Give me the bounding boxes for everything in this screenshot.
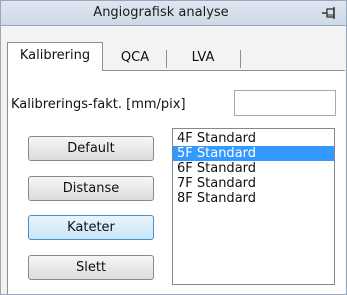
tab-content-kalibrering: Kalibrerings-fakt. [mm/pix] Default Dist… <box>7 70 345 294</box>
calibration-factor-label: Kalibrerings-fakt. [mm/pix] <box>11 97 186 112</box>
calibration-factor-input[interactable] <box>234 90 336 116</box>
distance-button[interactable]: Distanse <box>28 176 154 201</box>
delete-button[interactable]: Slett <box>28 255 154 280</box>
panel-title: Angiografisk analyse <box>93 5 229 20</box>
catheter-listbox[interactable]: 4F Standard 5F Standard 6F Standard 7F S… <box>172 128 335 285</box>
list-item[interactable]: 8F Standard <box>173 191 334 206</box>
tab-separator <box>240 50 241 68</box>
list-item[interactable]: 4F Standard <box>173 131 334 146</box>
tab-separator <box>166 50 167 68</box>
catheter-button[interactable]: Kateter <box>28 215 154 240</box>
tab-strip: Kalibrering QCA LVA <box>7 42 342 71</box>
list-item[interactable]: 6F Standard <box>173 161 334 176</box>
list-item[interactable]: 7F Standard <box>173 176 334 191</box>
tab-lva[interactable]: LVA <box>173 46 233 69</box>
default-button[interactable]: Default <box>28 136 154 161</box>
tab-qca[interactable]: QCA <box>109 46 161 69</box>
panel-titlebar: Angiografisk analyse <box>1 1 346 26</box>
pin-icon[interactable] <box>320 4 340 22</box>
angiography-panel: Angiografisk analyse Kalibrering QCA LVA… <box>0 0 347 295</box>
tab-kalibrering[interactable]: Kalibrering <box>7 42 103 71</box>
list-item-selected[interactable]: 5F Standard <box>173 146 334 161</box>
